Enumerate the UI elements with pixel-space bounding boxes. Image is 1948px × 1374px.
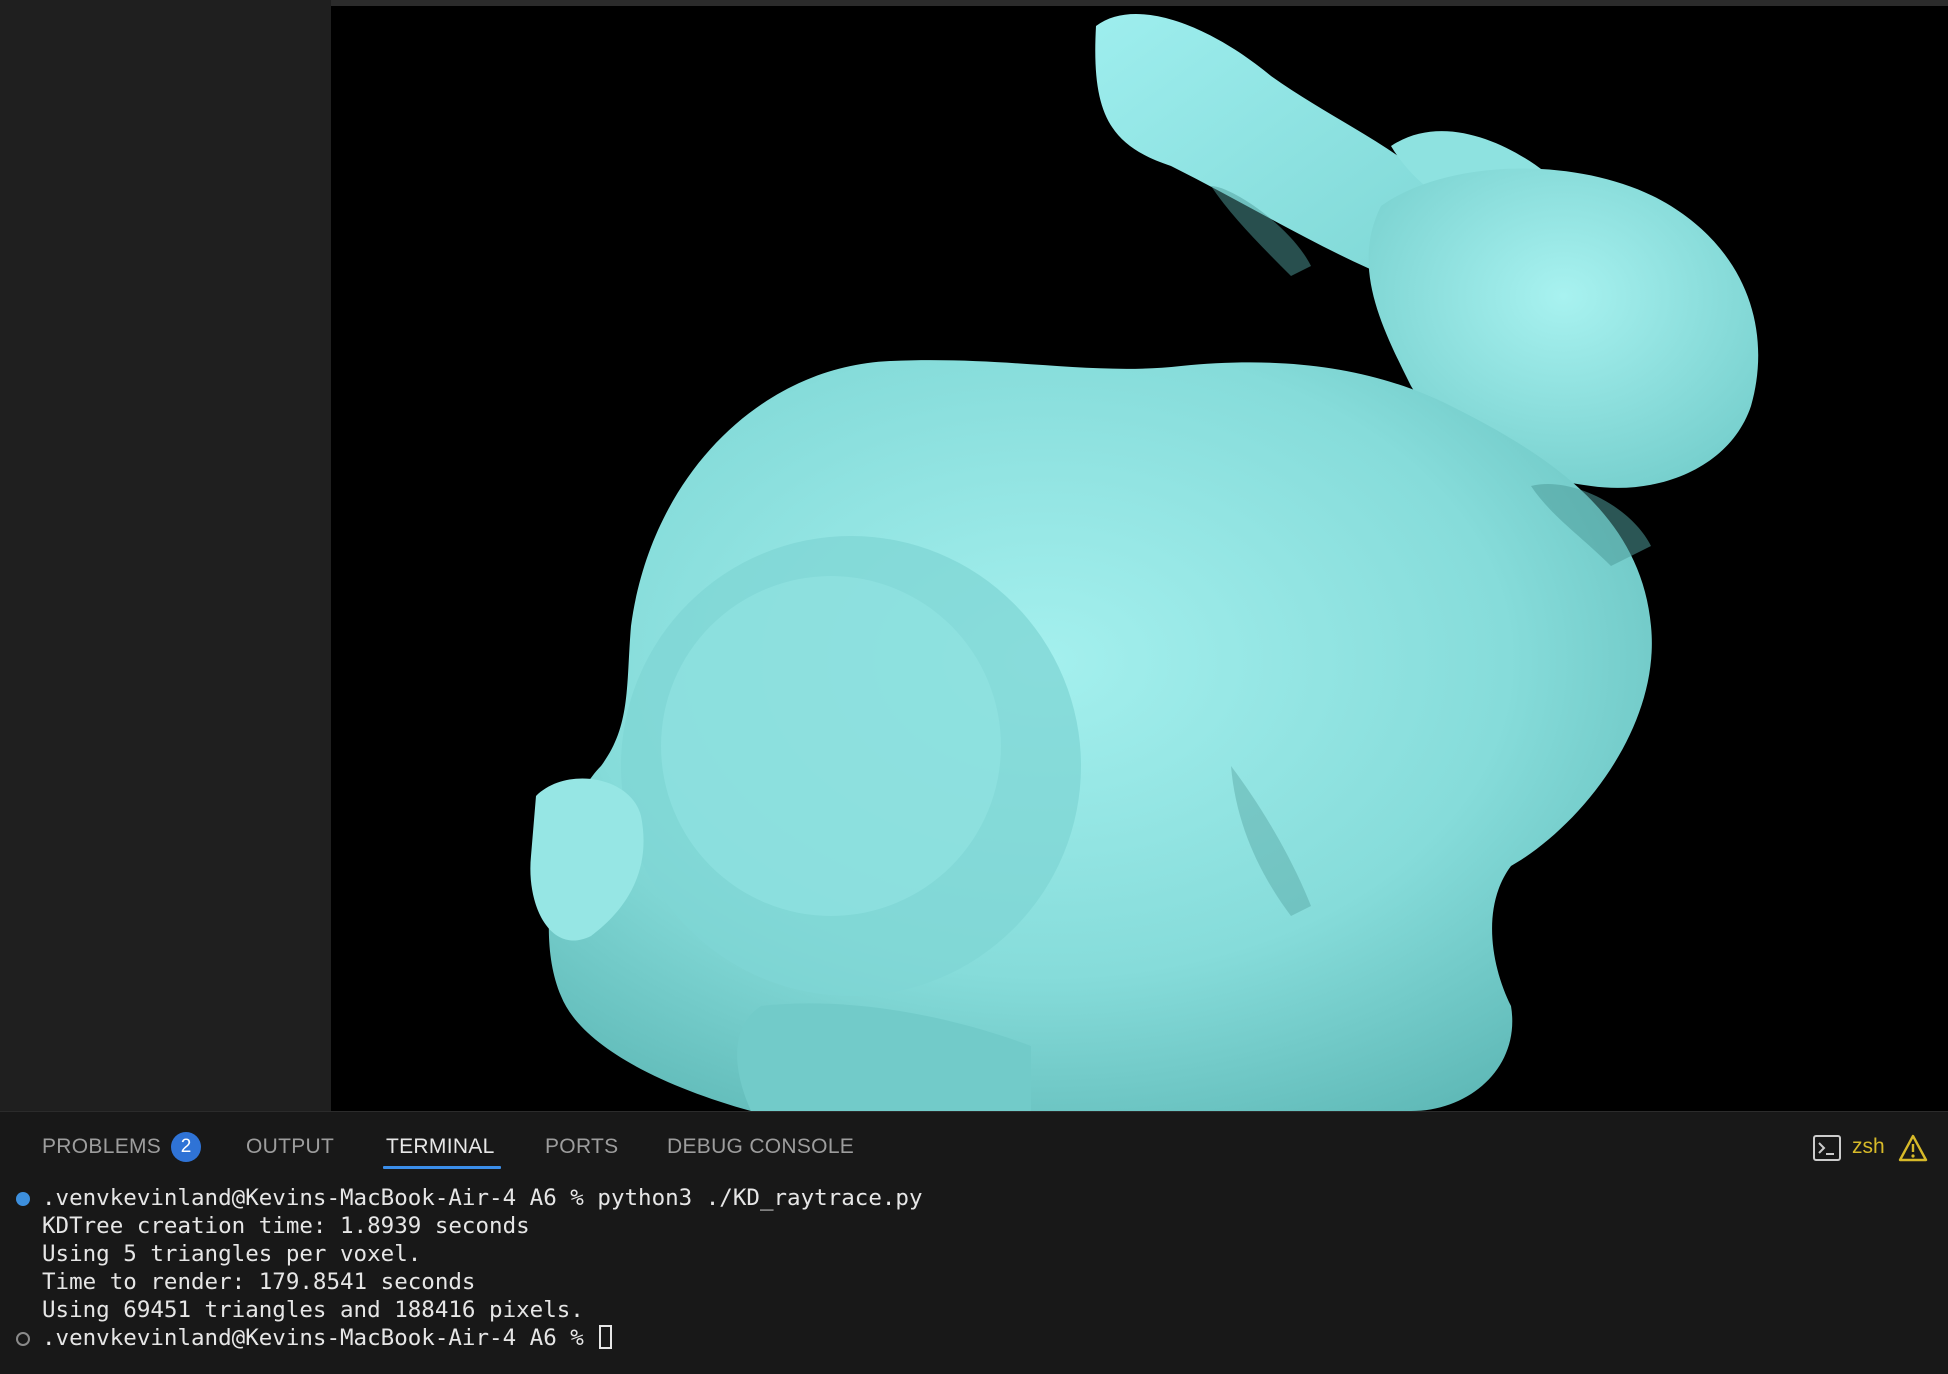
- command-pending-dot[interactable]: [16, 1332, 30, 1346]
- problems-count-badge: 2: [171, 1132, 201, 1162]
- terminal-prompt-line[interactable]: .venvkevinland@Kevins-MacBook-Air-4 A6 %: [42, 1324, 613, 1352]
- rabbit-render-icon: [530, 14, 1759, 1111]
- terminal-icon[interactable]: [1813, 1135, 1841, 1161]
- terminal-line: Using 5 triangles per voxel.: [42, 1241, 422, 1267]
- tab-ports[interactable]: PORTS: [545, 1134, 618, 1160]
- panel-tabs: PROBLEMS 2 OUTPUT TERMINAL PORTS DEBUG C…: [0, 1112, 1948, 1172]
- render-output-image: [331, 6, 1948, 1111]
- terminal-line: .venvkevinland@Kevins-MacBook-Air-4 A6 %…: [42, 1185, 923, 1211]
- active-tab-indicator: [383, 1166, 501, 1169]
- bottom-panel: PROBLEMS 2 OUTPUT TERMINAL PORTS DEBUG C…: [0, 1111, 1948, 1374]
- tab-problems[interactable]: PROBLEMS: [42, 1134, 161, 1160]
- vscode-window: PROBLEMS 2 OUTPUT TERMINAL PORTS DEBUG C…: [0, 0, 1948, 1374]
- tab-terminal[interactable]: TERMINAL: [386, 1134, 495, 1160]
- command-success-dot[interactable]: [16, 1192, 30, 1206]
- tab-output[interactable]: OUTPUT: [246, 1134, 334, 1160]
- warning-icon[interactable]: [1898, 1134, 1928, 1162]
- terminal-line: KDTree creation time: 1.8939 seconds: [42, 1213, 530, 1239]
- terminal-prompt: .venvkevinland@Kevins-MacBook-Air-4 A6 %: [42, 1325, 598, 1351]
- shell-name-label[interactable]: zsh: [1852, 1133, 1885, 1161]
- terminal-output[interactable]: .venvkevinland@Kevins-MacBook-Air-4 A6 %…: [0, 1184, 1948, 1374]
- terminal-line: Using 69451 triangles and 188416 pixels.: [42, 1297, 584, 1323]
- tab-debug-console[interactable]: DEBUG CONSOLE: [667, 1134, 854, 1160]
- terminal-cursor: [599, 1325, 613, 1349]
- terminal-line: Time to render: 179.8541 seconds: [42, 1269, 476, 1295]
- sidebar: [0, 0, 331, 1111]
